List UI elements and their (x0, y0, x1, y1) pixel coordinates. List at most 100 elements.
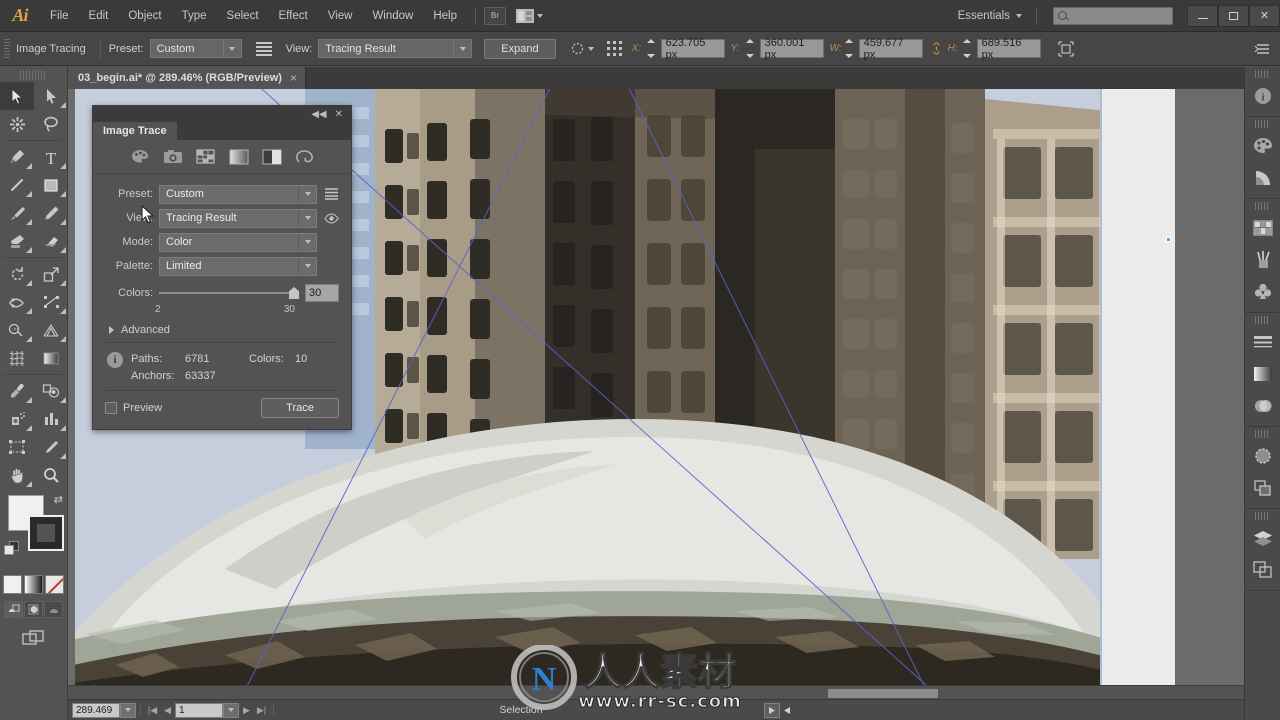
layers-panel-icon[interactable] (1245, 522, 1280, 554)
dock-grip[interactable] (1255, 430, 1270, 438)
advanced-section-toggle[interactable]: Advanced (105, 321, 339, 343)
minimize-button[interactable] (1187, 4, 1218, 27)
horizontal-scrollbar-thumb[interactable] (828, 689, 938, 698)
close-icon[interactable]: × (290, 71, 297, 85)
search-input[interactable] (1053, 6, 1173, 25)
pen-tool[interactable] (0, 143, 34, 171)
zoom-level-dropdown[interactable] (120, 702, 136, 718)
arrange-documents-button[interactable] (516, 8, 543, 23)
direct-selection-tool[interactable] (34, 82, 68, 110)
menu-effect[interactable]: Effect (269, 0, 318, 32)
gradient-panel-icon[interactable] (1245, 358, 1280, 390)
view-dropdown[interactable]: Tracing Result (318, 39, 473, 58)
menu-help[interactable]: Help (423, 0, 467, 32)
hand-tool[interactable] (0, 461, 34, 489)
dock-grip[interactable] (1255, 120, 1270, 128)
eyedropper-tool[interactable] (0, 377, 34, 405)
swap-fill-stroke-icon[interactable]: ⇄ (54, 493, 63, 506)
color-guide-panel-icon[interactable] (1245, 162, 1280, 194)
collapse-panel-icon[interactable]: ◀◀ (311, 109, 326, 120)
dock-grip[interactable] (1255, 316, 1270, 324)
artboard-number-field[interactable]: 1 (175, 702, 223, 718)
artboard-tool[interactable] (0, 433, 34, 461)
constrain-proportions-icon[interactable] (929, 41, 944, 56)
pencil-tool[interactable] (34, 199, 68, 227)
mesh-tool[interactable] (0, 344, 34, 372)
column-graph-tool[interactable] (34, 405, 68, 433)
blend-tool[interactable] (34, 377, 68, 405)
stroke-panel-icon[interactable] (1245, 326, 1280, 358)
previous-artboard-icon[interactable]: ◀ (160, 703, 175, 718)
bridge-button[interactable]: Br (484, 6, 506, 25)
transform-icon[interactable] (1057, 40, 1075, 58)
selection-anchor-point[interactable] (1166, 237, 1171, 242)
preset-dropdown[interactable]: Custom (149, 39, 242, 58)
color-panel-icon[interactable] (1245, 130, 1280, 162)
line-segment-tool[interactable] (0, 171, 34, 199)
transparency-panel-icon[interactable] (1245, 390, 1280, 422)
menu-window[interactable]: Window (362, 0, 423, 32)
image-trace-tab[interactable]: Image Trace (93, 122, 177, 140)
image-trace-panel-titlebar[interactable]: ◀◀ ✕ (93, 106, 351, 122)
colors-value-field[interactable]: 30 (305, 284, 339, 302)
w-field[interactable]: 459.677 px (858, 37, 923, 61)
color-swatch-button[interactable] (3, 575, 22, 594)
type-tool[interactable]: T (34, 143, 68, 171)
width-tool[interactable] (0, 288, 34, 316)
swatches-panel-icon[interactable] (1245, 212, 1280, 244)
info-panel-icon[interactable]: i (1245, 80, 1280, 112)
menu-view[interactable]: View (318, 0, 363, 32)
zoom-level-field[interactable]: 289.469 (72, 702, 120, 718)
align-icon[interactable] (606, 40, 624, 58)
w-stepper[interactable] (844, 39, 856, 58)
symbols-panel-icon[interactable] (1245, 276, 1280, 308)
trace-button[interactable]: Trace (261, 398, 339, 418)
dock-grip[interactable] (1255, 202, 1270, 210)
stroke-swatch[interactable] (28, 515, 64, 551)
mode-dropdown[interactable]: Color (159, 232, 317, 252)
free-transform-tool[interactable] (34, 288, 68, 316)
panel-menu-icon[interactable] (1254, 41, 1272, 57)
menu-file[interactable]: File (40, 0, 79, 32)
next-artboard-icon[interactable]: ▶ (239, 703, 254, 718)
menu-type[interactable]: Type (172, 0, 217, 32)
none-swatch-button[interactable] (45, 575, 64, 594)
gradient-tool[interactable] (34, 344, 68, 372)
draw-behind-button[interactable] (24, 601, 43, 618)
blob-brush-tool[interactable] (0, 227, 34, 255)
view-dropdown[interactable]: Tracing Result (159, 208, 317, 228)
y-stepper[interactable] (745, 39, 757, 58)
opacity-control[interactable] (570, 41, 594, 56)
artboard-dropdown[interactable] (223, 702, 239, 718)
dock-grip[interactable] (1255, 512, 1270, 520)
x-field[interactable]: 623.705 px (660, 37, 725, 61)
high-color-icon[interactable] (162, 147, 184, 167)
image-trace-panel-icon[interactable] (255, 41, 272, 56)
document-tab[interactable]: 03_begin.ai* @ 289.46% (RGB/Preview) × (68, 67, 306, 89)
appearance-panel-icon[interactable] (1245, 440, 1280, 472)
selection-tool[interactable] (0, 82, 34, 110)
draw-normal-button[interactable] (4, 601, 23, 618)
zoom-tool[interactable] (34, 461, 68, 489)
rotate-tool[interactable] (0, 260, 34, 288)
low-color-icon[interactable] (195, 147, 217, 167)
grayscale-icon[interactable] (228, 147, 250, 167)
lasso-tool[interactable] (34, 110, 68, 138)
x-stepper[interactable] (646, 39, 658, 58)
palette-dropdown[interactable]: Limited (159, 256, 317, 276)
expand-button[interactable]: Expand (484, 38, 556, 59)
y-field[interactable]: 360.001 px (759, 37, 824, 61)
colors-slider-knob[interactable] (289, 287, 299, 299)
shape-builder-tool[interactable] (0, 316, 34, 344)
change-screen-mode-button[interactable] (0, 628, 67, 648)
paintbrush-tool[interactable] (0, 199, 34, 227)
last-artboard-icon[interactable]: ▶| (254, 703, 269, 718)
perspective-grid-tool[interactable] (34, 316, 68, 344)
magic-wand-tool[interactable] (0, 110, 34, 138)
h-stepper[interactable] (962, 39, 974, 58)
gradient-swatch-button[interactable] (24, 575, 43, 594)
close-panel-icon[interactable]: ✕ (335, 109, 343, 120)
draw-inside-button[interactable] (44, 601, 63, 618)
status-resize-handle[interactable] (780, 706, 794, 715)
auto-color-icon[interactable] (129, 147, 151, 167)
